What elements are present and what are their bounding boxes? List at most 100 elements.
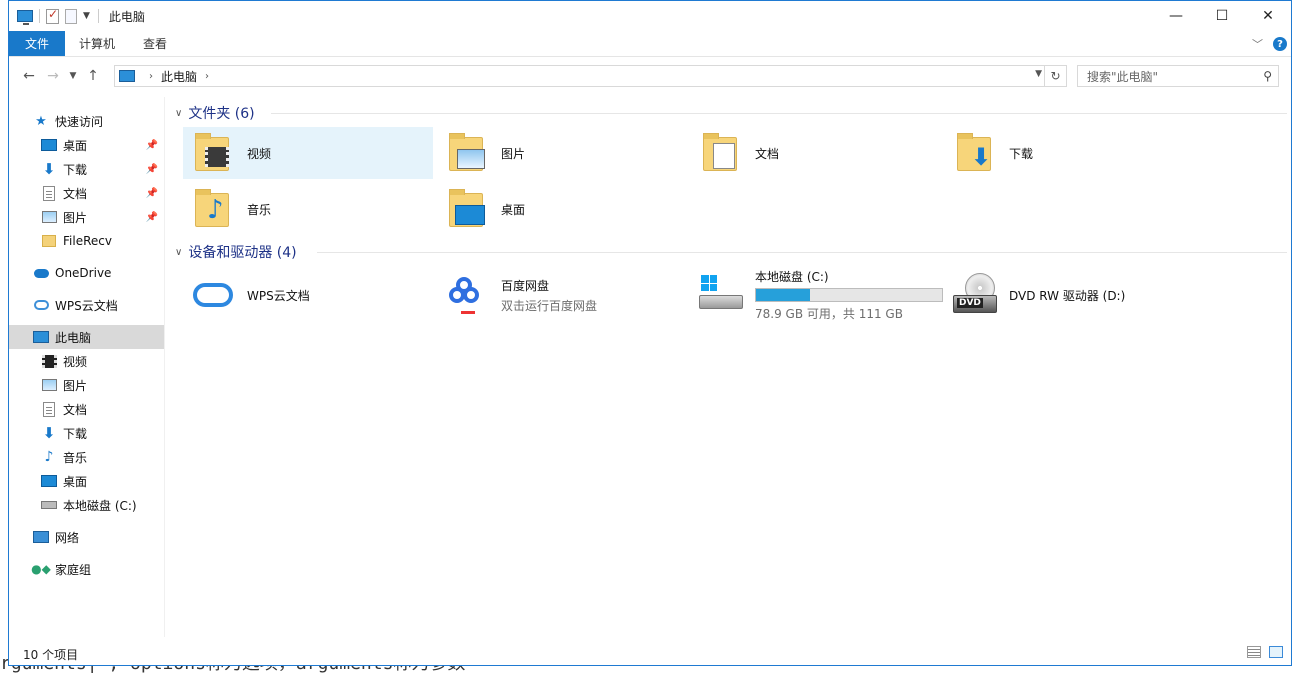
download-icon: ⬇ bbox=[42, 424, 56, 442]
expand-ribbon-chevron-icon[interactable]: ﹀ bbox=[1252, 36, 1263, 52]
search-placeholder: 搜索"此电脑" bbox=[1087, 69, 1159, 84]
dvd-drive-icon: DVD bbox=[953, 273, 997, 317]
pin-icon[interactable]: 📌 bbox=[146, 164, 158, 175]
nav-item-pictures[interactable]: 图片 bbox=[9, 373, 164, 397]
group-divider bbox=[317, 252, 1287, 253]
tab-view[interactable]: 查看 bbox=[129, 31, 181, 56]
view-switcher bbox=[1247, 646, 1283, 658]
window-title: 此电脑 bbox=[108, 9, 145, 24]
collapse-chevron-icon[interactable]: ∨ bbox=[175, 108, 182, 119]
wps-cloud-icon bbox=[33, 297, 49, 313]
breadcrumb-chevron-icon[interactable]: › bbox=[205, 71, 209, 82]
recent-locations-chevron-icon[interactable]: ▼ bbox=[65, 71, 81, 81]
nav-item-videos[interactable]: 视频 bbox=[9, 349, 164, 373]
properties-icon[interactable] bbox=[46, 7, 59, 24]
network-icon bbox=[33, 529, 49, 545]
nav-item-pictures[interactable]: 图片 📌 bbox=[9, 205, 164, 229]
nav-item-quick-access[interactable]: ★ 快速访问 bbox=[9, 109, 164, 133]
refresh-icon[interactable]: ↻ bbox=[1044, 66, 1066, 86]
close-button[interactable]: ✕ bbox=[1245, 1, 1291, 31]
document-icon bbox=[41, 185, 57, 201]
group-header-folders[interactable]: ∨ 文件夹 (6) bbox=[175, 103, 255, 123]
folder-tile-downloads[interactable]: ⬇ 下载 bbox=[945, 127, 1195, 179]
group-header-devices[interactable]: ∨ 设备和驱动器 (4) bbox=[175, 242, 297, 262]
device-text: 本地磁盘 (C:) 78.9 GB 可用，共 111 GB bbox=[755, 268, 943, 322]
nav-item-onedrive[interactable]: OneDrive bbox=[9, 261, 164, 285]
pin-icon[interactable]: 📌 bbox=[146, 140, 158, 151]
folder-tile-documents[interactable]: 文档 bbox=[691, 127, 941, 179]
computer-icon bbox=[33, 329, 49, 345]
device-tile-local-disk-c[interactable]: 本地磁盘 (C:) 78.9 GB 可用，共 111 GB bbox=[691, 269, 961, 321]
local-disk-icon bbox=[699, 273, 743, 317]
help-icon[interactable]: ? bbox=[1273, 37, 1287, 51]
nav-item-filerecv[interactable]: FileRecv bbox=[9, 229, 164, 253]
title-divider bbox=[97, 9, 99, 23]
computer-icon bbox=[119, 70, 135, 82]
nav-item-desktop[interactable]: 桌面 📌 bbox=[9, 133, 164, 157]
music-folder-icon: ♪ bbox=[191, 187, 235, 231]
device-tile-dvd-drive[interactable]: DVD DVD RW 驱动器 (D:) bbox=[945, 269, 1215, 321]
status-bar: 10 个项目 bbox=[9, 643, 1291, 665]
search-icon[interactable]: ⚲ bbox=[1263, 69, 1272, 83]
document-icon bbox=[41, 401, 57, 417]
address-bar[interactable]: › 此电脑 › ▼ ↻ bbox=[114, 65, 1067, 87]
breadcrumb-this-pc[interactable]: 此电脑 bbox=[161, 68, 197, 85]
folder-tile-music[interactable]: ♪ 音乐 bbox=[183, 183, 433, 235]
onedrive-icon bbox=[33, 265, 49, 281]
pictures-folder-icon bbox=[445, 131, 489, 175]
navigation-row: ← → ▼ ↑ › 此电脑 › ▼ ↻ 搜索"此电脑" ⚲ bbox=[9, 61, 1291, 91]
disk-icon bbox=[41, 497, 57, 513]
nav-item-this-pc[interactable]: 此电脑 bbox=[9, 325, 164, 349]
pin-icon[interactable]: 📌 bbox=[146, 212, 158, 223]
nav-item-desktop[interactable]: 桌面 bbox=[9, 469, 164, 493]
wps-cloud-icon bbox=[191, 273, 235, 317]
disk-usage-bar bbox=[755, 288, 943, 302]
forward-arrow-icon[interactable]: → bbox=[41, 68, 65, 84]
device-tile-wps-cloud[interactable]: WPS云文档 bbox=[183, 269, 433, 321]
nav-item-downloads[interactable]: ⬇ 下载 📌 bbox=[9, 157, 164, 181]
nav-item-documents[interactable]: 文档 bbox=[9, 397, 164, 421]
window-controls: — ☐ ✕ bbox=[1153, 1, 1291, 31]
picture-icon bbox=[41, 377, 57, 393]
device-tile-baidu-netdisk[interactable]: 百度网盘 双击运行百度网盘 bbox=[437, 269, 687, 321]
nav-item-local-disk[interactable]: 本地磁盘 (C:) bbox=[9, 493, 164, 517]
customize-toolbar-chevron-icon[interactable]: ▼ bbox=[83, 11, 90, 21]
folder-tile-pictures[interactable]: 图片 bbox=[437, 127, 687, 179]
nav-item-documents[interactable]: 文档 📌 bbox=[9, 181, 164, 205]
details-view-icon[interactable] bbox=[1247, 646, 1261, 658]
folder-tile-videos[interactable]: 视频 bbox=[183, 127, 433, 179]
content-pane: ∨ 文件夹 (6) 视频 图片 文档 ⬇ 下载 ♪ 音乐 桌面 ∨ 设备和驱动器… bbox=[169, 97, 1291, 637]
maximize-button[interactable]: ☐ bbox=[1199, 1, 1245, 31]
pin-icon[interactable]: 📌 bbox=[146, 188, 158, 199]
baidu-netdisk-icon bbox=[445, 273, 489, 317]
download-icon: ⬇ bbox=[42, 160, 56, 178]
breadcrumb-chevron-icon[interactable]: › bbox=[149, 71, 153, 82]
large-icons-view-icon[interactable] bbox=[1269, 646, 1283, 658]
downloads-folder-icon: ⬇ bbox=[953, 131, 997, 175]
documents-folder-icon bbox=[699, 131, 743, 175]
search-input[interactable]: 搜索"此电脑" ⚲ bbox=[1077, 65, 1279, 87]
nav-item-music[interactable]: ♪ 音乐 bbox=[9, 445, 164, 469]
back-arrow-icon[interactable]: ← bbox=[17, 68, 41, 84]
new-folder-icon[interactable] bbox=[65, 8, 77, 24]
explorer-window: ▼ 此电脑 — ☐ ✕ 文件 计算机 查看 ﹀ ? ← → ▼ ↑ › 此电脑 … bbox=[8, 0, 1292, 666]
desktop-folder-icon bbox=[445, 187, 489, 231]
minimize-button[interactable]: — bbox=[1153, 1, 1199, 31]
title-bar: ▼ 此电脑 — ☐ ✕ bbox=[9, 1, 1291, 31]
nav-item-network[interactable]: 网络 bbox=[9, 525, 164, 549]
folder-tile-desktop[interactable]: 桌面 bbox=[437, 183, 687, 235]
ribbon-right-controls: ﹀ ? bbox=[1252, 31, 1287, 57]
computer-icon bbox=[17, 10, 33, 25]
address-history-chevron-icon[interactable]: ▼ bbox=[1035, 69, 1042, 79]
tab-computer[interactable]: 计算机 bbox=[65, 31, 129, 56]
nav-item-downloads[interactable]: ⬇ 下载 bbox=[9, 421, 164, 445]
tab-file[interactable]: 文件 bbox=[9, 31, 65, 56]
background-strip bbox=[0, 0, 8, 673]
collapse-chevron-icon[interactable]: ∨ bbox=[175, 247, 182, 258]
up-arrow-icon[interactable]: ↑ bbox=[81, 68, 105, 84]
homegroup-icon: ●◆ bbox=[31, 562, 51, 576]
nav-item-homegroup[interactable]: ●◆ 家庭组 bbox=[9, 557, 164, 581]
nav-item-wps-cloud[interactable]: WPS云文档 bbox=[9, 293, 164, 317]
desktop-icon bbox=[41, 137, 57, 153]
music-icon: ♪ bbox=[44, 449, 54, 465]
